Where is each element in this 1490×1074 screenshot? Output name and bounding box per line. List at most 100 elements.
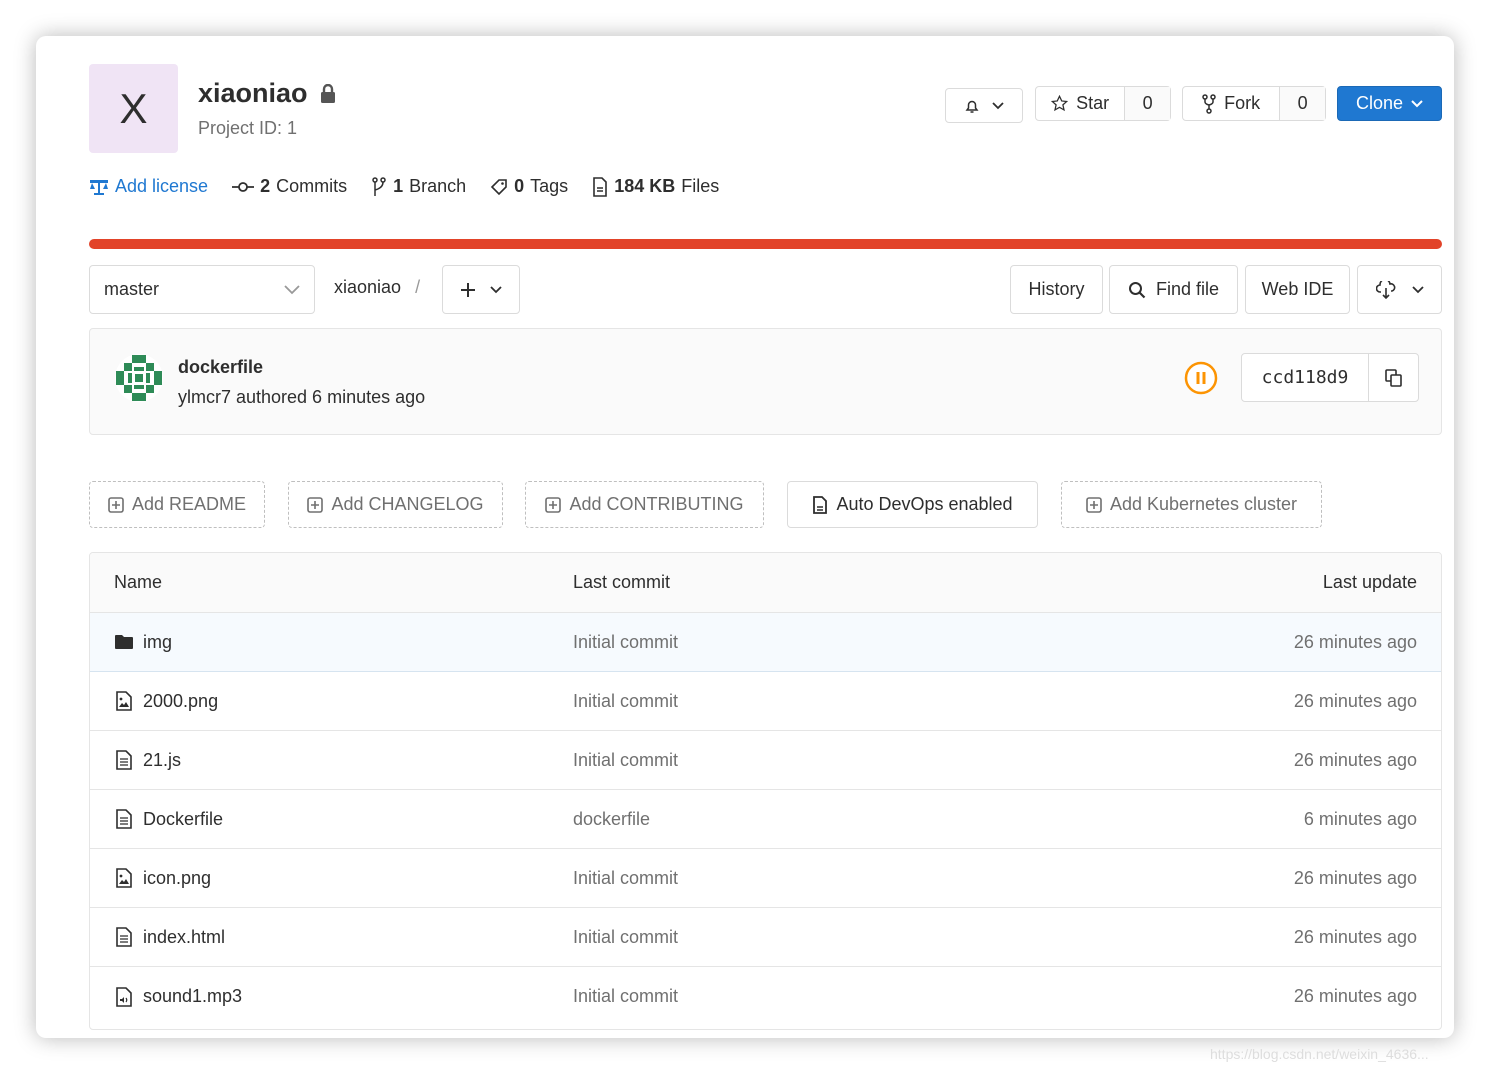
files-label: Files (681, 176, 720, 196)
image-file-icon (116, 691, 132, 711)
update-time: 6 minutes ago (1303, 808, 1417, 829)
add-license-link[interactable]: Add license (89, 176, 208, 197)
branch-selector[interactable]: master (89, 265, 315, 314)
user-avatar[interactable] (114, 353, 164, 403)
tags-stat[interactable]: 0 Tags (490, 176, 568, 197)
scale-icon (90, 179, 108, 195)
chevron-down-icon (1411, 99, 1423, 107)
copy-sha-button[interactable] (1368, 354, 1418, 401)
file-name-cell: index.html (114, 927, 225, 948)
commit-message[interactable]: dockerfile (573, 809, 650, 830)
file-name-cell: 2000.png (114, 691, 218, 712)
header-name: Name (114, 572, 163, 592)
chevron-down-icon (490, 285, 502, 293)
commits-stat[interactable]: 2 Commits (232, 176, 347, 197)
add-to-tree-dropdown[interactable] (442, 265, 520, 314)
license-label: Add license (115, 176, 209, 196)
add-contributing-button[interactable]: Add CONTRIBUTING (525, 481, 764, 528)
star-button[interactable]: Star (1036, 87, 1124, 120)
plus-square-icon (307, 496, 324, 513)
commits-count: 2 (260, 176, 271, 196)
bell-icon (965, 100, 979, 113)
update-time: 26 minutes ago (1293, 631, 1417, 652)
header-last-commit: Last commit (573, 572, 671, 592)
update-time: 26 minutes ago (1293, 749, 1417, 770)
avatar-letter: X (119, 84, 148, 132)
commit-message[interactable]: Initial commit (573, 691, 678, 712)
image-file-icon (116, 868, 132, 888)
find-file-label: Find file (1155, 279, 1220, 299)
commit-message[interactable]: Initial commit (573, 986, 678, 1007)
star-count[interactable]: 0 (1124, 87, 1170, 120)
commit-meta: ylmcr7 authored 6 minutes ago (178, 387, 426, 407)
commits-label: Commits (276, 176, 348, 196)
commit-message[interactable]: Initial commit (573, 927, 678, 948)
search-icon (1128, 281, 1146, 298)
table-row[interactable]: 21.js Initial commit 26 minutes ago (90, 731, 1441, 790)
files-stat[interactable]: 184 KB Files (592, 176, 719, 197)
download-dropdown[interactable] (1357, 265, 1442, 314)
folder-icon (115, 635, 133, 649)
fork-button[interactable]: Fork (1183, 87, 1279, 120)
file-name-cell: sound1.mp3 (114, 986, 242, 1007)
branch-label: Branch (409, 176, 467, 196)
project-name[interactable]: xiaoniao (198, 78, 308, 109)
breadcrumb: xiaoniao / (334, 277, 420, 298)
clone-label: Clone (1355, 93, 1404, 113)
find-file-button[interactable]: Find file (1109, 265, 1238, 314)
update-time: 26 minutes ago (1293, 926, 1417, 947)
add-changelog-button[interactable]: Add CHANGELOG (288, 481, 503, 528)
tags-count: 0 (514, 176, 525, 196)
plus-square-icon (108, 496, 124, 513)
branch-name: master (104, 279, 160, 299)
file-name[interactable]: 2000.png (143, 691, 218, 712)
star-icon (1051, 95, 1069, 112)
pipeline-paused-icon[interactable] (1184, 361, 1218, 395)
file-name[interactable]: img (143, 632, 172, 653)
file-name[interactable]: Dockerfile (143, 809, 223, 830)
lock-icon (320, 83, 335, 103)
table-row[interactable]: icon.png Initial commit 26 minutes ago (90, 849, 1441, 908)
file-icon (593, 176, 607, 197)
file-name-cell: img (114, 632, 172, 653)
breadcrumb-project[interactable]: xiaoniao (334, 277, 401, 298)
copy-icon (1384, 368, 1402, 387)
table-row[interactable]: Dockerfile dockerfile 6 minutes ago (90, 790, 1441, 849)
table-row[interactable]: sound1.mp3 Initial commit 26 minutes ago (90, 967, 1441, 1026)
file-name[interactable]: index.html (143, 927, 225, 948)
file-tree-table: Name Last commit Last update img Initial… (89, 552, 1442, 1030)
web-ide-button[interactable]: Web IDE (1245, 265, 1350, 314)
doc-icon (813, 495, 828, 514)
file-name[interactable]: icon.png (143, 868, 211, 889)
project-avatar[interactable]: X (89, 64, 178, 153)
file-name[interactable]: sound1.mp3 (143, 986, 242, 1007)
add-readme-button[interactable]: Add README (89, 481, 265, 528)
table-row[interactable]: index.html Initial commit 26 minutes ago (90, 908, 1441, 967)
fork-icon (1202, 93, 1216, 114)
project-page: X xiaoniao Project ID: 1 Star 0 Fork 0 C… (36, 36, 1454, 1038)
plus-square-icon (545, 496, 562, 513)
file-name[interactable]: 21.js (143, 750, 181, 771)
add-kubernetes-button[interactable]: Add Kubernetes cluster (1061, 481, 1322, 528)
commit-sha[interactable]: ccd118d9 (1242, 354, 1368, 401)
history-button[interactable]: History (1010, 265, 1103, 314)
table-row[interactable]: img Initial commit 26 minutes ago (90, 613, 1441, 672)
branch-stat[interactable]: 1 Branch (371, 176, 466, 197)
auto-devops-button[interactable]: Auto DevOps enabled (787, 481, 1038, 528)
clone-button[interactable]: Clone (1337, 86, 1442, 121)
text-file-icon (116, 750, 132, 770)
commit-message[interactable]: Initial commit (573, 868, 678, 889)
update-time: 26 minutes ago (1293, 690, 1417, 711)
text-file-icon (116, 927, 132, 947)
tag-icon (491, 178, 507, 195)
commit-title[interactable]: dockerfile (178, 357, 263, 378)
add-changelog-label: Add CHANGELOG (331, 494, 484, 514)
table-row[interactable]: 2000.png Initial commit 26 minutes ago (90, 672, 1441, 731)
commit-message[interactable]: Initial commit (573, 750, 678, 771)
commit-message[interactable]: Initial commit (573, 632, 678, 653)
project-stats: Add license 2 Commits 1 Branch 0 Tags 18… (89, 176, 743, 197)
update-time: 26 minutes ago (1293, 867, 1417, 888)
notification-dropdown[interactable] (945, 88, 1023, 123)
text-file-icon (116, 809, 132, 829)
fork-count[interactable]: 0 (1279, 87, 1325, 120)
